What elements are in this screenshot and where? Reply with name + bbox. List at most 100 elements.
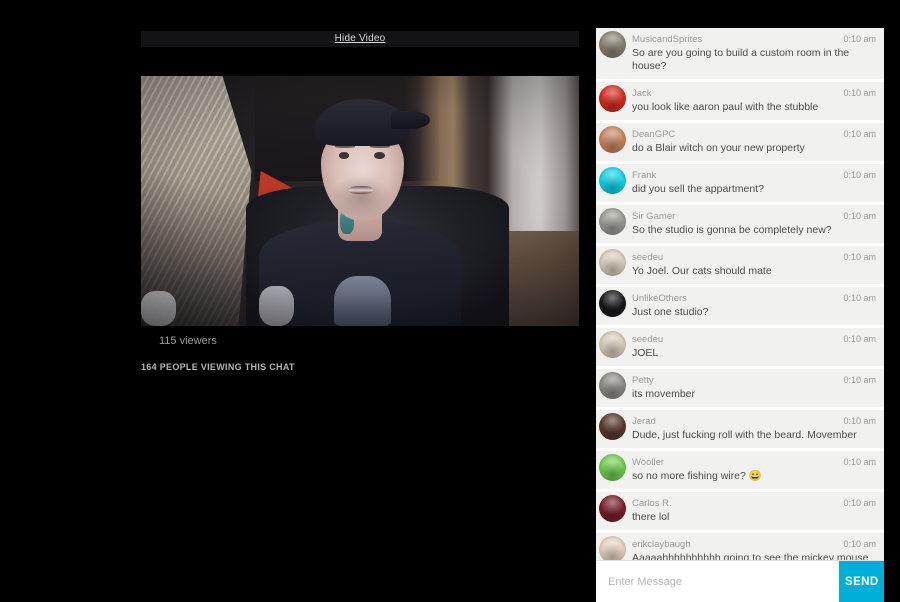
chat-message-body: UnlikeOthers 0:10 am Just one studio? xyxy=(632,292,876,319)
chat-message: Jack 0:10 am you look like aaron paul with… xyxy=(596,82,884,120)
chat-message-text: there lol xyxy=(632,511,670,523)
chat-message-text: So the studio is gonna be completely new… xyxy=(632,224,832,236)
video-person-mouth xyxy=(349,186,374,194)
chat-message-timestamp: 0:10 am xyxy=(843,34,876,44)
chat-message-body: DeanGPC 0:10 am do a Blair witch on your n… xyxy=(632,128,876,155)
chat-message: Petty 0:10 am its movember xyxy=(596,369,884,407)
chat-message-body: Petty 0:10 am its movember xyxy=(632,374,876,401)
chat-message-header: MusicandSprites 0:10 am xyxy=(632,33,876,46)
avatar-grey-disc-icon xyxy=(599,208,626,235)
chat-message-body: Carlos R. 0:10 am there lol xyxy=(632,497,876,524)
chat-message-body: seedeu 0:10 am Yo Joel. Our cats should ma… xyxy=(632,251,876,278)
avatar[interactable] xyxy=(599,536,626,560)
chat-message: Jerad 0:10 am Dude, just fucking roll with… xyxy=(596,410,884,448)
chat-message: UnlikeOthers 0:10 am Just one studio? xyxy=(596,287,884,325)
avatar[interactable] xyxy=(599,208,626,235)
chat-message-header: Carlos R. 0:10 am xyxy=(632,497,876,510)
avatar-hat-portrait-icon xyxy=(599,331,626,358)
video-person-eye-right xyxy=(374,152,385,159)
avatar[interactable] xyxy=(599,167,626,194)
avatar[interactable] xyxy=(599,413,626,440)
chat-message-timestamp: 0:10 am xyxy=(843,457,876,467)
avatar[interactable] xyxy=(599,126,626,153)
avatar[interactable] xyxy=(599,290,626,317)
livestream-page: Hide Video 115 viewers 164 PEOPLE VIEWIN… xyxy=(0,0,900,602)
send-button[interactable]: SEND xyxy=(839,561,884,602)
video-player[interactable] xyxy=(141,76,579,326)
chat-message-username[interactable]: seedeu xyxy=(632,334,663,346)
chat-message-timestamp: 0:10 am xyxy=(843,375,876,385)
chat-message-timestamp: 0:10 am xyxy=(843,170,876,180)
hide-video-link[interactable]: Hide Video xyxy=(335,34,386,44)
chat-message-body: MusicandSprites 0:10 am So are you going t… xyxy=(632,33,876,73)
video-shirt-graphic xyxy=(333,276,391,326)
chat-message: DeanGPC 0:10 am do a Blair witch on your n… xyxy=(596,123,884,161)
chat-message-body: Sir Gamer 0:10 am So the studio is gonna b… xyxy=(632,210,876,237)
chat-message-text: so no more fishing wire? 😄 xyxy=(632,470,762,482)
chat-panel: MusicandSprites 0:10 am So are you going t… xyxy=(596,28,884,602)
avatar[interactable] xyxy=(599,85,626,112)
chat-message-username[interactable]: MusicandSprites xyxy=(632,34,702,46)
chat-message-body: seedeu 0:10 am JOEL xyxy=(632,333,876,360)
chat-message-username[interactable]: UnlikeOthers xyxy=(632,293,687,305)
chat-message: seedeu 0:10 am Yo Joel. Our cats should ma… xyxy=(596,246,884,284)
chat-message: erikclaybaugh 0:10 am Aaaaahhhhhhhhhh goin… xyxy=(596,533,884,560)
chat-message: Frank 0:10 am did you sell the appartment? xyxy=(596,164,884,202)
chat-message-username[interactable]: Jerad xyxy=(632,416,656,428)
avatar[interactable] xyxy=(599,495,626,522)
chat-message-header: DeanGPC 0:10 am xyxy=(632,128,876,141)
chat-message-header: Frank 0:10 am xyxy=(632,169,876,182)
avatar[interactable] xyxy=(599,249,626,276)
avatar[interactable] xyxy=(599,331,626,358)
video-person-stubble xyxy=(329,171,396,219)
avatar-person-sunglasses-icon xyxy=(599,126,626,153)
video-person-cap-brim xyxy=(390,111,431,129)
avatar[interactable] xyxy=(599,454,626,481)
chat-message-text: Just one studio? xyxy=(632,306,709,318)
viewers-count: 115 viewers xyxy=(159,335,217,347)
chat-message-header: UnlikeOthers 0:10 am xyxy=(632,292,876,305)
chat-message-header: erikclaybaugh 0:10 am xyxy=(632,538,876,551)
hide-video-bar[interactable]: Hide Video xyxy=(141,31,579,47)
chat-message: Wooller 0:10 am so no more fishing wire? 😄 xyxy=(596,451,884,489)
chat-message-timestamp: 0:10 am xyxy=(843,539,876,549)
chat-message-header: Petty 0:10 am xyxy=(632,374,876,387)
chat-message: seedeu 0:10 am JOEL xyxy=(596,328,884,366)
chat-message-username[interactable]: Sir Gamer xyxy=(632,211,675,223)
chat-message-username[interactable]: Carlos R. xyxy=(632,498,672,510)
chat-message-list[interactable]: MusicandSprites 0:10 am So are you going t… xyxy=(596,28,884,560)
chat-message-username[interactable]: Petty xyxy=(632,375,654,387)
chat-message-header: Wooller 0:10 am xyxy=(632,456,876,469)
avatar-black-text-logo-icon xyxy=(599,290,626,317)
video-person-sleeve-right xyxy=(141,291,177,326)
chat-message-header: seedeu 0:10 am xyxy=(632,333,876,346)
chat-message-text: do a Blair witch on your new property xyxy=(632,142,805,154)
chat-message-body: Jerad 0:10 am Dude, just fucking roll with… xyxy=(632,415,876,442)
chat-message-timestamp: 0:10 am xyxy=(843,416,876,426)
chat-message-timestamp: 0:10 am xyxy=(843,252,876,262)
chat-message-text: you look like aaron paul with the stubbl… xyxy=(632,101,819,113)
chat-message-header: seedeu 0:10 am xyxy=(632,251,876,264)
chat-message-text: Aaaaahhhhhhhhhh going to see the mickey … xyxy=(632,552,869,560)
chat-message-text: did you sell the appartment? xyxy=(632,183,764,195)
chat-message-username[interactable]: Jack xyxy=(632,88,652,100)
message-input[interactable] xyxy=(596,561,839,602)
avatar[interactable] xyxy=(599,31,626,58)
chat-message: Sir Gamer 0:10 am So the studio is gonna b… xyxy=(596,205,884,243)
chat-message-username[interactable]: Frank xyxy=(632,170,656,182)
chat-composer: SEND xyxy=(596,560,884,602)
chat-message-username[interactable]: erikclaybaugh xyxy=(632,539,691,551)
chat-message-username[interactable]: Wooller xyxy=(632,457,664,469)
avatar-cyan-robot-icon xyxy=(599,167,626,194)
chat-message-text: Yo Joel. Our cats should mate xyxy=(632,265,772,277)
chat-message-username[interactable]: DeanGPC xyxy=(632,129,675,141)
avatar[interactable] xyxy=(599,372,626,399)
chat-message: MusicandSprites 0:10 am So are you going t… xyxy=(596,28,884,79)
chat-message-username[interactable]: seedeu xyxy=(632,252,663,264)
chat-message-header: Sir Gamer 0:10 am xyxy=(632,210,876,223)
chat-message-timestamp: 0:10 am xyxy=(843,129,876,139)
chat-message-body: Wooller 0:10 am so no more fishing wire? 😄 xyxy=(632,456,876,483)
video-person-sleeve-left xyxy=(259,286,295,326)
video-column: Hide Video 115 viewers 164 PEOPLE VIEWIN… xyxy=(0,0,596,602)
avatar-grey-fluffy-icon xyxy=(599,372,626,399)
